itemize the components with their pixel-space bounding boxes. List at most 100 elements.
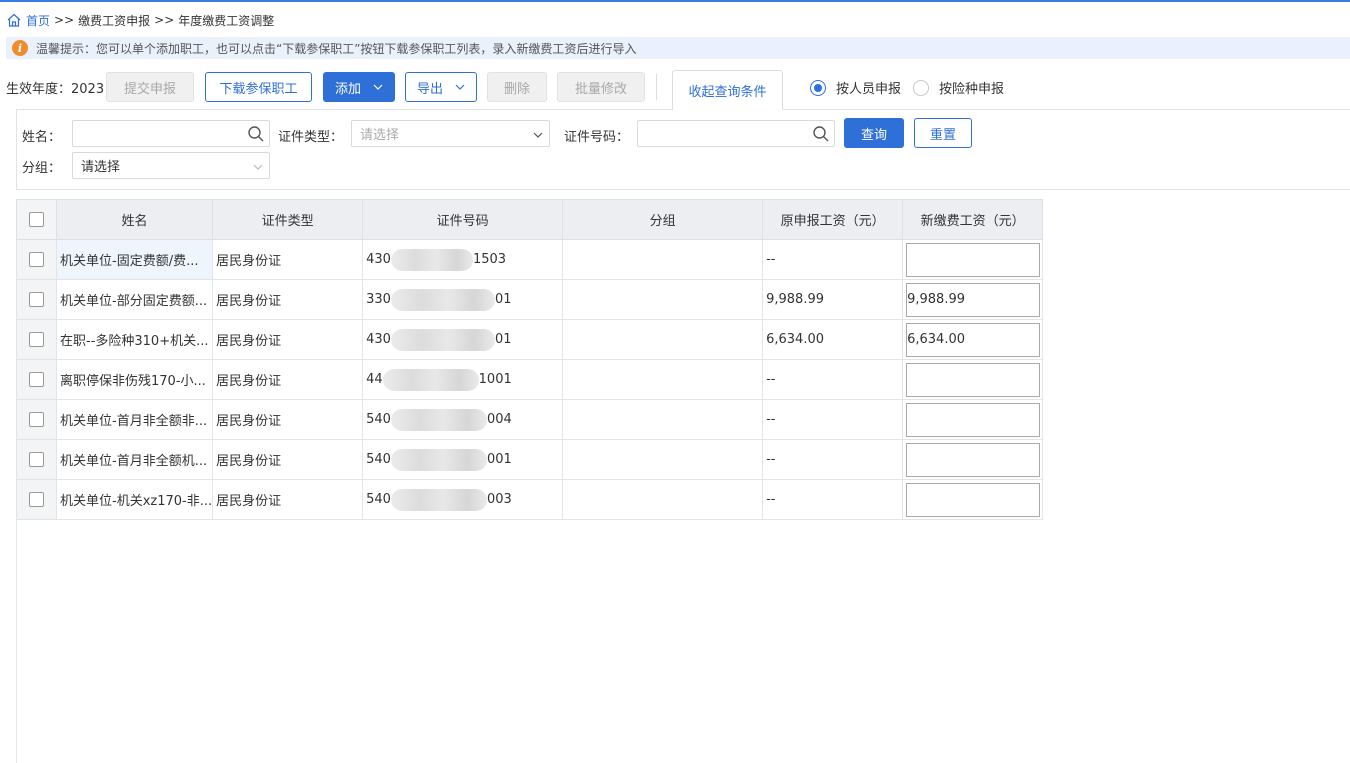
table-row[interactable]: 在职--多险种310+机关... 居民身份证 430 01 6,634.00 6,… (16, 319, 1044, 360)
submit-button[interactable]: 提交申报 (106, 72, 194, 102)
group-select[interactable]: 请选择 (72, 152, 270, 179)
add-button[interactable]: 添加 (323, 72, 395, 102)
breadcrumb-home-link[interactable]: 首页 (26, 12, 50, 29)
search-icon[interactable] (812, 125, 830, 143)
new-wage-cell: 6,634.00 (902, 319, 1044, 360)
new-wage-input[interactable] (906, 482, 1041, 517)
reset-button[interactable]: 重置 (914, 118, 972, 148)
original-wage: -- (762, 479, 904, 520)
group (562, 359, 764, 400)
id-number: 430 01 (362, 319, 564, 360)
employee-name[interactable]: 离职停保非伤残170-小... (55, 359, 214, 400)
id-suffix: 1001 (478, 372, 512, 387)
row-checkbox[interactable] (29, 332, 44, 347)
download-button-label: 下载参保职工 (219, 81, 298, 97)
radio-by-insurance[interactable] (913, 79, 930, 96)
id-prefix: 44 (366, 372, 383, 387)
row-checkbox[interactable] (29, 412, 44, 427)
id-type-label: 证件类型： (278, 130, 344, 145)
row-select-cell (16, 479, 57, 520)
column-header-group[interactable]: 分组 (562, 199, 764, 240)
employee-name[interactable]: 机关单位-首月非全额非... (55, 399, 214, 440)
group (562, 319, 764, 360)
radio-by-person-label[interactable]: 按人员申报 (836, 78, 901, 97)
table-row[interactable]: 机关单位-首月非全额机... 居民身份证 540 001 -- (16, 439, 1044, 480)
breadcrumb-level1[interactable]: 缴费工资申报 (78, 12, 150, 29)
id-prefix: 330 (366, 292, 391, 307)
search-button[interactable]: 查询 (844, 118, 904, 148)
id-number-label: 证件号码： (564, 130, 630, 145)
id-number-input[interactable] (637, 120, 835, 147)
effective-year: 生效年度：2023 (6, 78, 104, 97)
masked-blur (390, 408, 487, 431)
radio-by-person[interactable] (810, 79, 826, 96)
new-wage-input[interactable]: 6,634.00 (906, 322, 1041, 357)
column-header-id-type[interactable]: 证件类型 (212, 199, 364, 240)
id-prefix: 430 (366, 252, 391, 267)
new-wage-cell: 9,988.99 (902, 279, 1044, 320)
id-suffix: 1503 (472, 252, 507, 267)
id-type: 居民身份证 (212, 319, 364, 360)
id-suffix: 004 (486, 412, 512, 427)
table-row[interactable]: 机关单位-固定费额/费... 居民身份证 430 1503 -- (16, 239, 1044, 280)
collapse-query-label: 收起查询条件 (688, 85, 767, 100)
breadcrumb-current: 年度缴费工资调整 (178, 13, 275, 28)
breadcrumb: 首页 >> 缴费工资申报 >> 年度缴费工资调整 (6, 11, 274, 29)
column-header-id-number[interactable]: 证件号码 (362, 199, 564, 240)
new-wage-input[interactable] (906, 242, 1041, 277)
column-header-original-wage[interactable]: 原申报工资（元） (762, 199, 904, 240)
id-type: 居民身份证 (212, 359, 364, 400)
select-all-checkbox[interactable] (29, 212, 44, 227)
employee-name[interactable]: 机关单位-部分固定费额... (55, 279, 214, 320)
row-checkbox[interactable] (29, 492, 44, 507)
original-wage: -- (762, 359, 904, 400)
delete-button[interactable]: 删除 (487, 72, 547, 102)
employee-name[interactable]: 机关单位-首月非全额机... (55, 439, 214, 480)
radio-by-insurance-label[interactable]: 按险种申报 (939, 78, 1004, 97)
search-icon[interactable] (247, 125, 265, 143)
masked-blur (390, 448, 487, 471)
table-row[interactable]: 机关单位-首月非全额非... 居民身份证 540 004 -- (16, 399, 1044, 440)
new-wage-input[interactable] (906, 442, 1041, 477)
column-header-new-wage[interactable]: 新缴费工资（元） (902, 199, 1044, 240)
row-checkbox[interactable] (29, 372, 44, 387)
original-wage: -- (762, 239, 904, 280)
table-row[interactable]: 机关单位-部分固定费额... 居民身份证 330 01 9,988.99 9,98… (16, 279, 1044, 320)
effective-year-value: 2023 (71, 82, 105, 97)
chevron-down-icon (373, 84, 383, 90)
declare-mode-radio-group: 按人员申报 按险种申报 (810, 78, 1016, 97)
group-label: 分组： (22, 161, 62, 176)
column-header-name[interactable]: 姓名 (55, 199, 214, 240)
new-wage-cell (902, 439, 1044, 480)
masked-blur (390, 328, 495, 351)
collapse-query-tab[interactable]: 收起查询条件 (672, 70, 783, 110)
original-wage: -- (762, 439, 904, 480)
table-row[interactable]: 机关单位-机关xz170-非... 居民身份证 540 003 -- (16, 479, 1044, 520)
employee-name[interactable]: 机关单位-固定费额/费... (55, 239, 214, 280)
row-checkbox[interactable] (29, 292, 44, 307)
row-checkbox[interactable] (29, 252, 44, 267)
toolbar: 生效年度：2023 提交申报 下载参保职工 添加 导出 删除 批量修改 收起查询… (0, 70, 1350, 110)
new-wage-input[interactable] (906, 402, 1041, 437)
id-number: 330 01 (362, 279, 564, 320)
home-icon[interactable] (6, 12, 22, 28)
id-number: 44 1001 (362, 359, 564, 400)
row-checkbox[interactable] (29, 452, 44, 467)
export-button[interactable]: 导出 (405, 72, 477, 102)
employee-name[interactable]: 在职--多险种310+机关... (55, 319, 214, 360)
id-number: 540 004 (362, 399, 564, 440)
name-input[interactable] (72, 120, 270, 147)
employee-table: 姓名 证件类型 证件号码 分组 原申报工资（元） 新缴费工资（元） 机关单位-固… (16, 199, 1044, 520)
batch-edit-button[interactable]: 批量修改 (557, 72, 645, 102)
group (562, 279, 764, 320)
id-type-select[interactable]: 请选择 (351, 120, 550, 147)
new-wage-input[interactable] (906, 362, 1041, 397)
employee-name[interactable]: 机关单位-机关xz170-非... (55, 479, 214, 520)
id-type: 居民身份证 (212, 479, 364, 520)
tip-text: 温馨提示：您可以单个添加职工，也可以点击“下载参保职工”按钮下载参保职工列表，录… (36, 41, 637, 56)
new-wage-input[interactable]: 9,988.99 (906, 282, 1041, 317)
id-type: 居民身份证 (212, 399, 364, 440)
breadcrumb-separator: >> (54, 13, 75, 27)
download-employees-button[interactable]: 下载参保职工 (205, 72, 312, 102)
table-row[interactable]: 离职停保非伤残170-小... 居民身份证 44 1001 -- (16, 359, 1044, 400)
